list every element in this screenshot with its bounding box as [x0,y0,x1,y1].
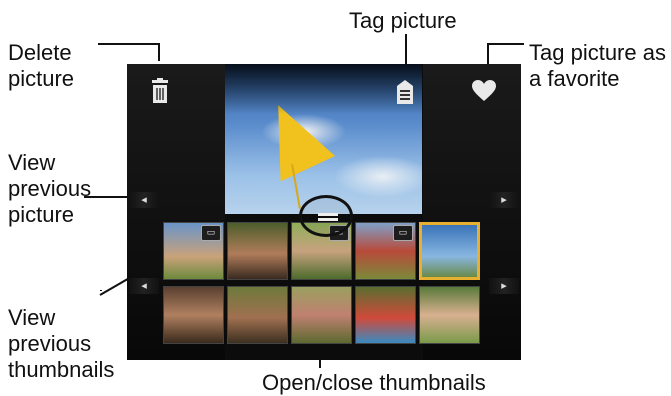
callout-tag-picture: Tag picture [349,8,457,33]
thumbnail[interactable]: ▭ [355,222,416,280]
leader-line-favorite [488,43,524,45]
callout-delete-picture: Delete picture [8,40,75,91]
leader-line-prev-thumbnails [100,290,102,291]
camera-screen: ◂ ▸ ◂ ▸ ▭ ▭ ▭ [127,64,521,360]
handle-bar [318,218,338,221]
heart-icon[interactable] [471,80,497,106]
previous-thumbnails-arrow[interactable]: ◂ [129,278,159,294]
video-camera-icon: ▭ [393,225,413,241]
next-thumbnails-arrow[interactable]: ▸ [489,278,519,294]
open-close-thumbnails-handle[interactable] [299,195,353,237]
tag-icon[interactable] [393,80,417,106]
callout-view-previous-thumbnails: View previous thumbnails [8,305,115,382]
thumbnail[interactable] [291,286,352,344]
thumbnail[interactable] [163,286,224,344]
leader-line-delete-drop [158,43,160,61]
callout-view-previous-picture: View previous picture [8,150,92,227]
previous-picture-arrow[interactable]: ◂ [129,192,159,208]
thumbnail[interactable]: ▭ [163,222,224,280]
thumbnail[interactable] [355,286,416,344]
callout-tag-favorite: Tag picture as a favorite [529,40,666,91]
thumbnail[interactable] [227,222,288,280]
leader-line-favorite-drop [487,43,489,65]
thumbnail-selected[interactable] [419,222,480,280]
thumbnail[interactable] [419,286,480,344]
handle-bar [318,213,338,216]
next-picture-arrow[interactable]: ▸ [489,192,519,208]
video-camera-icon: ▭ [201,225,221,241]
leader-line-tag [405,34,407,64]
thumbnail[interactable] [227,286,288,344]
callout-open-close-thumbnails: Open/close thumbnails [262,370,486,395]
leader-line-delete [98,43,160,45]
trash-icon[interactable] [147,78,173,106]
